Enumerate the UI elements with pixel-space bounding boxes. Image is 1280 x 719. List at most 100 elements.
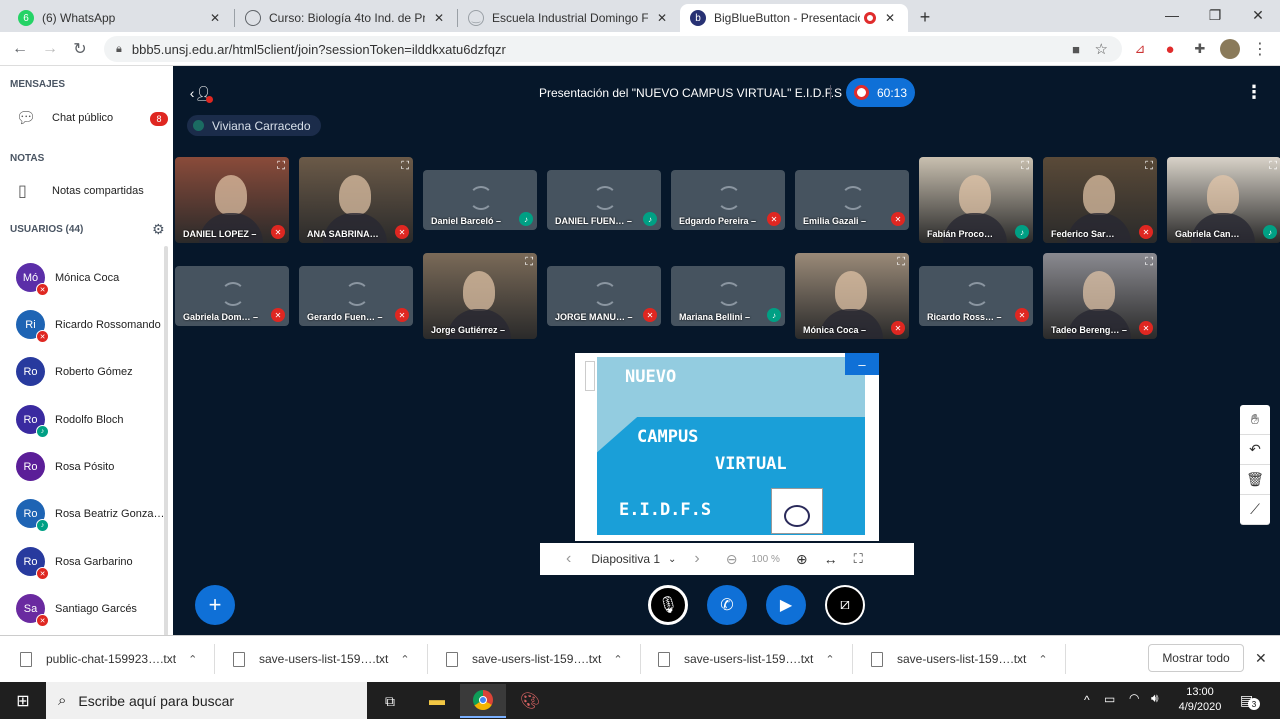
show-hidden-icons-icon[interactable]: ^	[1084, 693, 1090, 707]
profile-avatar[interactable]	[1220, 39, 1240, 59]
minimize-presentation-button[interactable]: –	[845, 353, 879, 375]
user-list-item[interactable]: Ro Rosa Pósito	[0, 443, 167, 490]
tab-escuela[interactable]: ‿ Escuela Industrial Domingo Faust ✕	[458, 4, 680, 32]
address-bar[interactable]: 🔒︎ bbb5.unsj.edu.ar/html5client/join?ses…	[104, 36, 1122, 62]
chrome-icon[interactable]	[460, 684, 506, 718]
opera-extension-icon[interactable]: ●	[1160, 39, 1180, 59]
close-icon[interactable]: ✕	[207, 11, 223, 25]
chevron-up-icon[interactable]: ⌃	[825, 653, 834, 666]
action-center-icon[interactable]: ▤ 3	[1240, 692, 1260, 710]
windows-start-icon[interactable]: ⊞	[0, 684, 46, 718]
video-tile[interactable]: ⛶ Federico Sar… ✕	[1043, 157, 1157, 243]
fit-width-icon[interactable]: ↔	[824, 551, 838, 567]
video-tile[interactable]: JORGE MANU… – ✕	[547, 266, 661, 326]
zoom-out-icon[interactable]: ⊖	[726, 551, 738, 568]
chevron-up-icon[interactable]: ⌃	[1038, 653, 1047, 666]
close-icon[interactable]: ✕	[431, 11, 447, 25]
close-icon[interactable]: ✕	[882, 11, 898, 25]
fullscreen-icon[interactable]: ⛶	[1269, 160, 1277, 173]
chevron-down-icon[interactable]: ⌄	[668, 554, 676, 565]
close-icon[interactable]: ✕	[654, 11, 670, 25]
download-item[interactable]: save-users-list-159….txt ⌃	[658, 644, 835, 674]
video-tile[interactable]: Ricardo Ross… – ✕	[919, 266, 1033, 326]
user-list-item[interactable]: Ro Roberto Gómez	[0, 348, 167, 395]
download-item[interactable]: save-users-list-159….txt ⌃	[446, 644, 623, 674]
gear-icon[interactable]: ⚙	[152, 221, 165, 238]
previous-slide-icon[interactable]: ‹	[566, 550, 571, 568]
puzzle-extensions-icon[interactable]: ✚	[1190, 39, 1210, 59]
video-tile[interactable]: ⛶ Jorge Gutiérrez –	[423, 253, 537, 339]
fullscreen-icon[interactable]: ⛶	[1145, 160, 1153, 173]
user-list-item[interactable]: Ro ♪ Rosa Beatriz Gonzal…	[0, 490, 167, 537]
forward-icon[interactable]: →	[38, 37, 62, 61]
video-tile[interactable]: ⛶ ANA SABRINA… ✕	[299, 157, 413, 243]
fullscreen-icon[interactable]: ⛶	[401, 160, 409, 173]
user-list-scrollbar[interactable]	[164, 246, 168, 635]
video-tile[interactable]: ⛶ Tadeo Bereng… – ✕	[1043, 253, 1157, 339]
download-item[interactable]: save-users-list-159….txt ⌃	[233, 644, 410, 674]
shared-notes-item[interactable]: ▯ Notas compartidas	[0, 176, 173, 206]
fullscreen-icon[interactable]: ⛶	[897, 256, 905, 269]
chevron-up-icon[interactable]: ⌃	[400, 653, 409, 666]
video-tile[interactable]: ⛶ Fabián Proco… ♪	[919, 157, 1033, 243]
maximize-window-button[interactable]: ❐	[1192, 0, 1238, 30]
volume-icon[interactable]: 🔊︎	[1151, 691, 1159, 706]
undo-icon[interactable]: ↶	[1240, 435, 1270, 465]
video-tile[interactable]: DANIEL FUEN… – ♪	[547, 170, 661, 230]
minimize-window-button[interactable]: —	[1149, 0, 1195, 30]
file-explorer-icon[interactable]: ▬	[414, 684, 460, 718]
video-tile[interactable]: ⛶ Gabriela Can… ♪	[1167, 157, 1280, 243]
close-window-button[interactable]: ✕	[1235, 0, 1280, 30]
user-list-item[interactable]: Mó ✕ Mónica Coca	[0, 254, 167, 301]
pdf-extension-icon[interactable]: ⊿	[1130, 39, 1150, 59]
clock[interactable]: 13:00 4/9/2020	[1172, 685, 1228, 715]
reload-icon[interactable]: ↻	[68, 37, 92, 61]
video-tile[interactable]: Edgardo Pereira – ✕	[671, 170, 785, 230]
user-list-item[interactable]: Ro ✕ Rosa Garbarino	[0, 538, 167, 585]
fullscreen-icon[interactable]: ⛶	[1145, 256, 1153, 269]
trash-icon[interactable]: 🗑︎	[1240, 465, 1270, 495]
options-menu-icon[interactable]: ⋮	[1245, 82, 1263, 103]
new-tab-button[interactable]: +	[914, 6, 936, 28]
mute-microphone-button[interactable]: 🎙︎	[648, 585, 688, 625]
user-list-item[interactable]: Ro ♪ Rodolfo Bloch	[0, 396, 167, 443]
taskbar-search-box[interactable]: ⌕ Escribe aquí para buscar	[46, 682, 367, 719]
leave-audio-button[interactable]: ✆	[707, 585, 747, 625]
multi-user-whiteboard-icon[interactable]: ⟋	[1240, 495, 1270, 525]
public-chat-item[interactable]: 💬︎ Chat público 8	[0, 103, 173, 133]
task-view-icon[interactable]: ⧉	[367, 684, 413, 718]
fullscreen-icon[interactable]: ⛶	[277, 160, 285, 173]
tab-bigbluebutton[interactable]: b BigBlueButton - Presentación ✕	[680, 4, 908, 32]
user-list-item[interactable]: Sa ✕ Santiago Garcés	[0, 585, 167, 632]
share-webcam-button[interactable]: ▶︎	[766, 585, 806, 625]
video-tile[interactable]: Gabriela Dom… – ✕	[175, 266, 289, 326]
close-downloads-icon[interactable]: ✕	[1255, 650, 1267, 667]
actions-plus-button[interactable]: +	[195, 585, 235, 625]
paint-icon[interactable]: 🎨︎	[507, 684, 553, 718]
video-tile[interactable]: Emilia Gazali – ✕	[795, 170, 909, 230]
fullscreen-icon[interactable]: ⛶	[854, 551, 863, 567]
user-list-item[interactable]: Ri ✕ Ricardo Rossomando	[0, 301, 167, 348]
recording-button[interactable]: 60:13	[846, 78, 915, 107]
fullscreen-icon[interactable]: ⛶	[525, 256, 533, 269]
wifi-icon[interactable]: ◠	[1129, 691, 1139, 705]
tab-biologia[interactable]: Curso: Biología 4to Ind. de Proce ✕	[235, 4, 457, 32]
kebab-menu-icon[interactable]: ⋮	[1250, 39, 1270, 59]
zoom-in-icon[interactable]: ⊕	[796, 551, 808, 568]
show-all-downloads-button[interactable]: Mostrar todo	[1148, 644, 1244, 672]
video-tile[interactable]: Mariana Bellini – ♪	[671, 266, 785, 326]
next-slide-icon[interactable]: ›	[694, 550, 699, 568]
download-item[interactable]: save-users-list-159….txt ⌃	[871, 644, 1048, 674]
hand-tool-icon[interactable]: ✋︎	[1240, 405, 1270, 435]
toggle-userlist-button[interactable]: ‹👤︎	[189, 83, 213, 103]
star-icon[interactable]: ☆	[1095, 40, 1108, 58]
tab-whatsapp[interactable]: 6 (6) WhatsApp ✕	[8, 4, 233, 32]
fullscreen-icon[interactable]: ⛶	[1021, 160, 1029, 173]
slide-select[interactable]: Diapositiva 1	[591, 552, 660, 566]
back-icon[interactable]: ←	[8, 37, 32, 61]
video-tile[interactable]: ⛶ Mónica Coca – ✕	[795, 253, 909, 339]
camera-icon[interactable]: ■	[1072, 42, 1080, 57]
download-item[interactable]: public-chat-159923….txt ⌃	[20, 644, 197, 674]
chevron-up-icon[interactable]: ⌃	[613, 653, 622, 666]
battery-icon[interactable]: ▭	[1104, 692, 1115, 706]
